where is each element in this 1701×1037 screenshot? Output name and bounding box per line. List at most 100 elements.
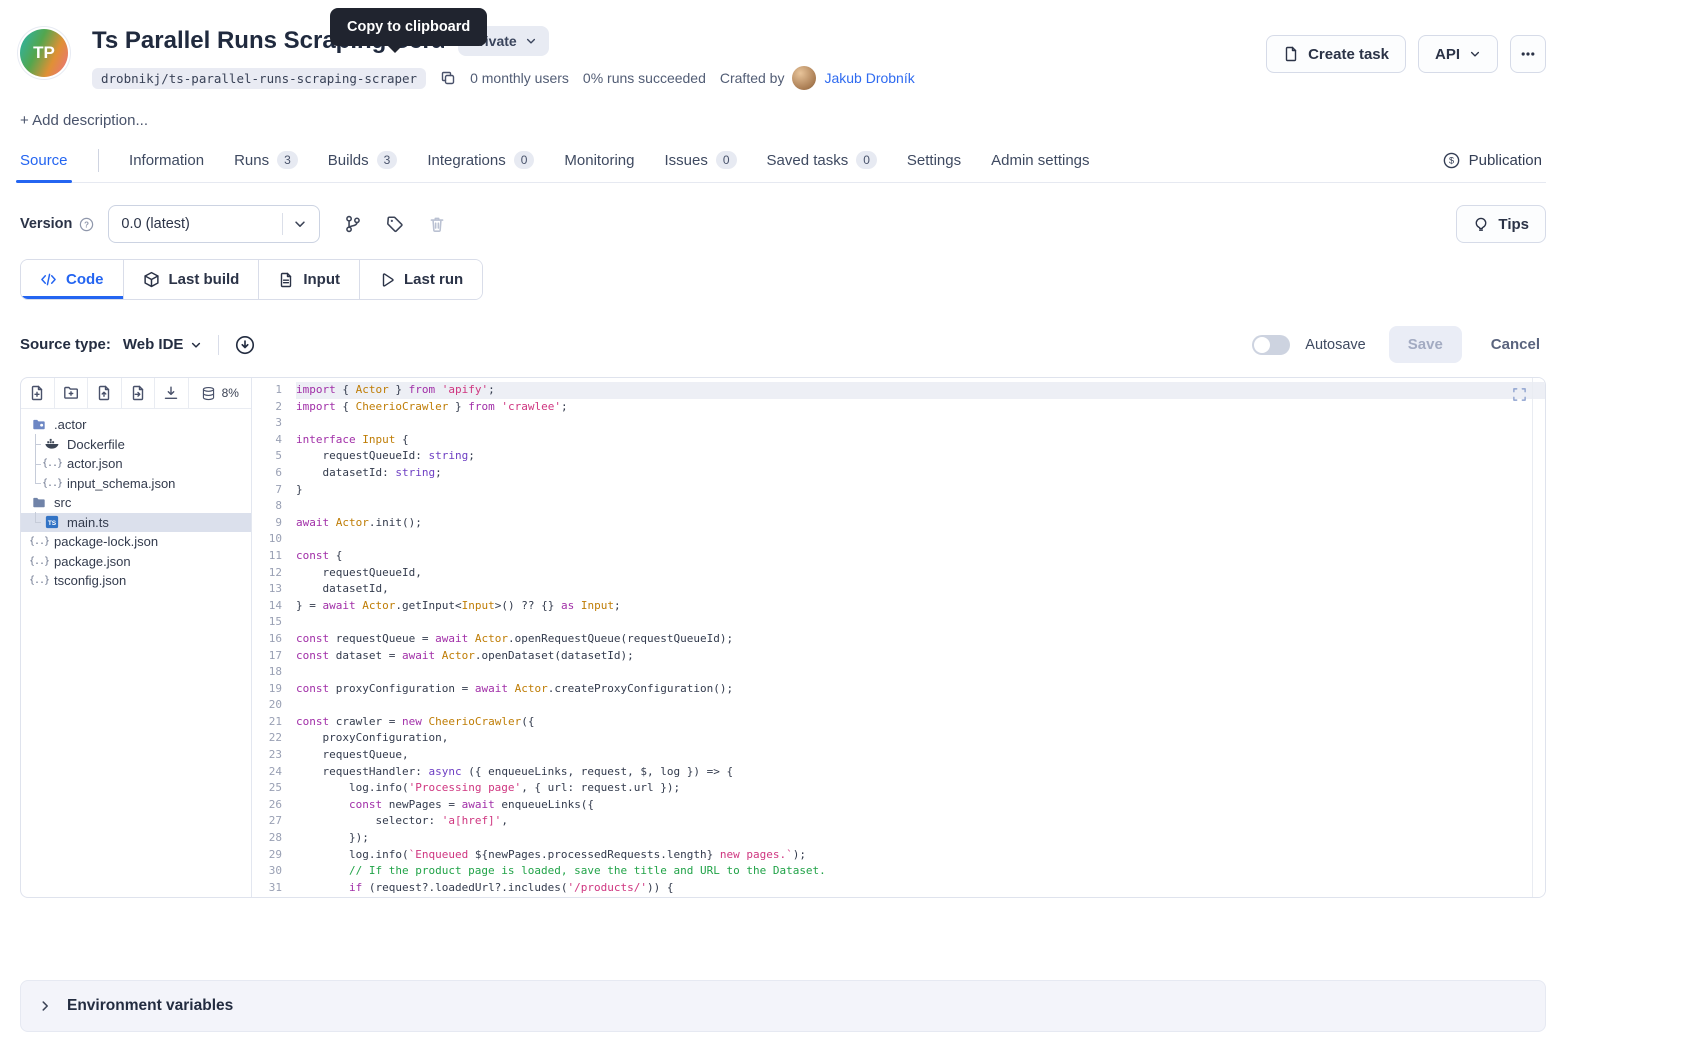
code-area[interactable]: 1import { Actor } from 'apify';2import {… <box>252 378 1545 897</box>
file-toolbar: 8% <box>21 378 251 409</box>
code-line[interactable]: 24 requestHandler: async ({ enqueueLinks… <box>252 764 1545 781</box>
file-name: input_schema.json <box>67 476 175 491</box>
api-button[interactable]: API <box>1418 35 1498 73</box>
code-line[interactable]: 14} = await Actor.getInput<Input>() ?? {… <box>252 598 1545 615</box>
code-line[interactable]: 20 <box>252 697 1545 714</box>
create-task-button[interactable]: Create task <box>1266 35 1406 73</box>
code-line[interactable]: 27 selector: 'a[href]', <box>252 813 1545 830</box>
package-icon <box>143 271 160 288</box>
download-source-button[interactable] <box>235 335 255 355</box>
download-files-button[interactable] <box>155 378 189 408</box>
select-divider <box>282 213 283 235</box>
help-icon[interactable]: ? <box>79 217 94 232</box>
trash-icon[interactable] <box>428 215 446 233</box>
code-line[interactable]: 3 <box>252 415 1545 432</box>
code-line[interactable]: 12 requestQueueId, <box>252 565 1545 582</box>
tab-monitoring[interactable]: Monitoring <box>564 149 634 182</box>
file-tree-item-main-ts[interactable]: TSmain.ts <box>21 513 251 533</box>
tab-integrations[interactable]: Integrations0 <box>427 149 534 182</box>
source-type-row: Source type: Web IDE Autosave Save Cance… <box>20 326 1546 363</box>
code-text: }); <box>296 830 1545 847</box>
file-tree-item-actor-json[interactable]: {..}actor.json <box>21 454 251 474</box>
tag-icon[interactable] <box>386 215 404 233</box>
file-tree-item-package-json[interactable]: {..}package.json <box>21 552 251 572</box>
code-line[interactable]: 26 const newPages = await enqueueLinks({ <box>252 797 1545 814</box>
code-line[interactable]: 17const dataset = await Actor.openDatase… <box>252 648 1545 665</box>
code-line[interactable]: 9await Actor.init(); <box>252 515 1545 532</box>
code-line[interactable]: 18 <box>252 664 1545 681</box>
code-line[interactable]: 22 proxyConfiguration, <box>252 730 1545 747</box>
code-line[interactable]: 30 // If the product page is loaded, sav… <box>252 863 1545 880</box>
more-button[interactable] <box>1510 35 1546 73</box>
database-icon <box>201 386 216 401</box>
line-number: 11 <box>252 548 296 565</box>
editor-tab-last-run[interactable]: Last run <box>360 260 482 299</box>
code-line[interactable]: 31 if (request?.loadedUrl?.includes('/pr… <box>252 880 1545 897</box>
code-line[interactable]: 1import { Actor } from 'apify'; <box>252 382 1545 399</box>
code-text <box>296 531 1545 548</box>
new-file-button[interactable] <box>21 378 55 408</box>
code-line[interactable]: 7} <box>252 482 1545 499</box>
tab-builds[interactable]: Builds3 <box>328 149 398 182</box>
tab-information[interactable]: Information <box>129 149 204 182</box>
tips-button[interactable]: Tips <box>1456 205 1546 243</box>
line-number: 18 <box>252 664 296 681</box>
code-line[interactable]: 15 <box>252 614 1545 631</box>
braces-icon: {..} <box>31 553 47 569</box>
code-line[interactable]: 6 datasetId: string; <box>252 465 1545 482</box>
import-file-button[interactable] <box>122 378 156 408</box>
file-tree-item-input-schema-json[interactable]: {..}input_schema.json <box>21 474 251 494</box>
file-tree-item--actor[interactable]: .actor <box>21 415 251 435</box>
code-line[interactable]: 16const requestQueue = await Actor.openR… <box>252 631 1545 648</box>
line-number: 4 <box>252 432 296 449</box>
version-select[interactable]: 0.0 (latest) <box>108 205 320 243</box>
copy-icon[interactable] <box>440 70 456 86</box>
save-button[interactable]: Save <box>1389 326 1462 363</box>
source-type-select[interactable]: Web IDE <box>123 336 203 353</box>
version-row: Version ? 0.0 (latest) Tips <box>20 205 1546 243</box>
fullscreen-icon[interactable] <box>1512 387 1527 405</box>
code-line[interactable]: 5 requestQueueId: string; <box>252 448 1545 465</box>
code-line[interactable]: 8 <box>252 498 1545 515</box>
code-line[interactable]: 2import { CheerioCrawler } from 'crawlee… <box>252 399 1545 416</box>
line-number: 31 <box>252 880 296 897</box>
author-link[interactable]: Jakub Drobník <box>824 70 914 86</box>
autosave-toggle[interactable] <box>1252 335 1290 355</box>
runs-succeeded-stat: 0% runs succeeded <box>583 70 706 86</box>
code-line[interactable]: 13 datasetId, <box>252 581 1545 598</box>
code-line[interactable]: 11const { <box>252 548 1545 565</box>
upload-file-button[interactable] <box>88 378 122 408</box>
file-tree-item-package-lock-json[interactable]: {..}package-lock.json <box>21 532 251 552</box>
publication-button[interactable]: $ Publication <box>1443 149 1546 182</box>
code-line[interactable]: 25 log.info('Processing page', { url: re… <box>252 780 1545 797</box>
code-line[interactable]: 4interface Input { <box>252 432 1545 449</box>
code-line[interactable]: 21const crawler = new CheerioCrawler({ <box>252 714 1545 731</box>
add-description-button[interactable]: + Add description... <box>20 112 1546 129</box>
code-line[interactable]: 10 <box>252 531 1545 548</box>
tab-issues[interactable]: Issues0 <box>664 149 736 182</box>
code-line[interactable]: 19const proxyConfiguration = await Actor… <box>252 681 1545 698</box>
git-branch-icon[interactable] <box>344 215 362 233</box>
file-tree-item-src[interactable]: src <box>21 493 251 513</box>
tab-settings[interactable]: Settings <box>907 149 961 182</box>
cancel-button[interactable]: Cancel <box>1485 335 1546 354</box>
tab-source[interactable]: Source <box>20 149 68 182</box>
editor-tab-last-build[interactable]: Last build <box>124 260 260 299</box>
svg-text:$: $ <box>1449 155 1454 165</box>
code-line[interactable]: 23 requestQueue, <box>252 747 1545 764</box>
new-folder-button[interactable] <box>55 378 89 408</box>
tab-saved-tasks[interactable]: Saved tasks0 <box>767 149 877 182</box>
code-line[interactable]: 28 }); <box>252 830 1545 847</box>
editor-tab-code[interactable]: Code <box>21 260 124 299</box>
code-line[interactable]: 29 log.info(`Enqueued ${newPages.process… <box>252 847 1545 864</box>
editor-tab-input[interactable]: Input <box>259 260 360 299</box>
scrollbar-track[interactable] <box>1532 378 1545 897</box>
tab-label: Saved tasks <box>767 152 849 169</box>
tab-admin-settings[interactable]: Admin settings <box>991 149 1089 182</box>
tab-runs[interactable]: Runs3 <box>234 149 298 182</box>
tab-bar-spacer <box>1120 149 1443 182</box>
file-tree-item-tsconfig-json[interactable]: {..}tsconfig.json <box>21 571 251 591</box>
file-tree-item-dockerfile[interactable]: Dockerfile <box>21 435 251 455</box>
tab-separator <box>98 149 100 172</box>
environment-variables-section[interactable]: Environment variables <box>20 980 1546 1032</box>
